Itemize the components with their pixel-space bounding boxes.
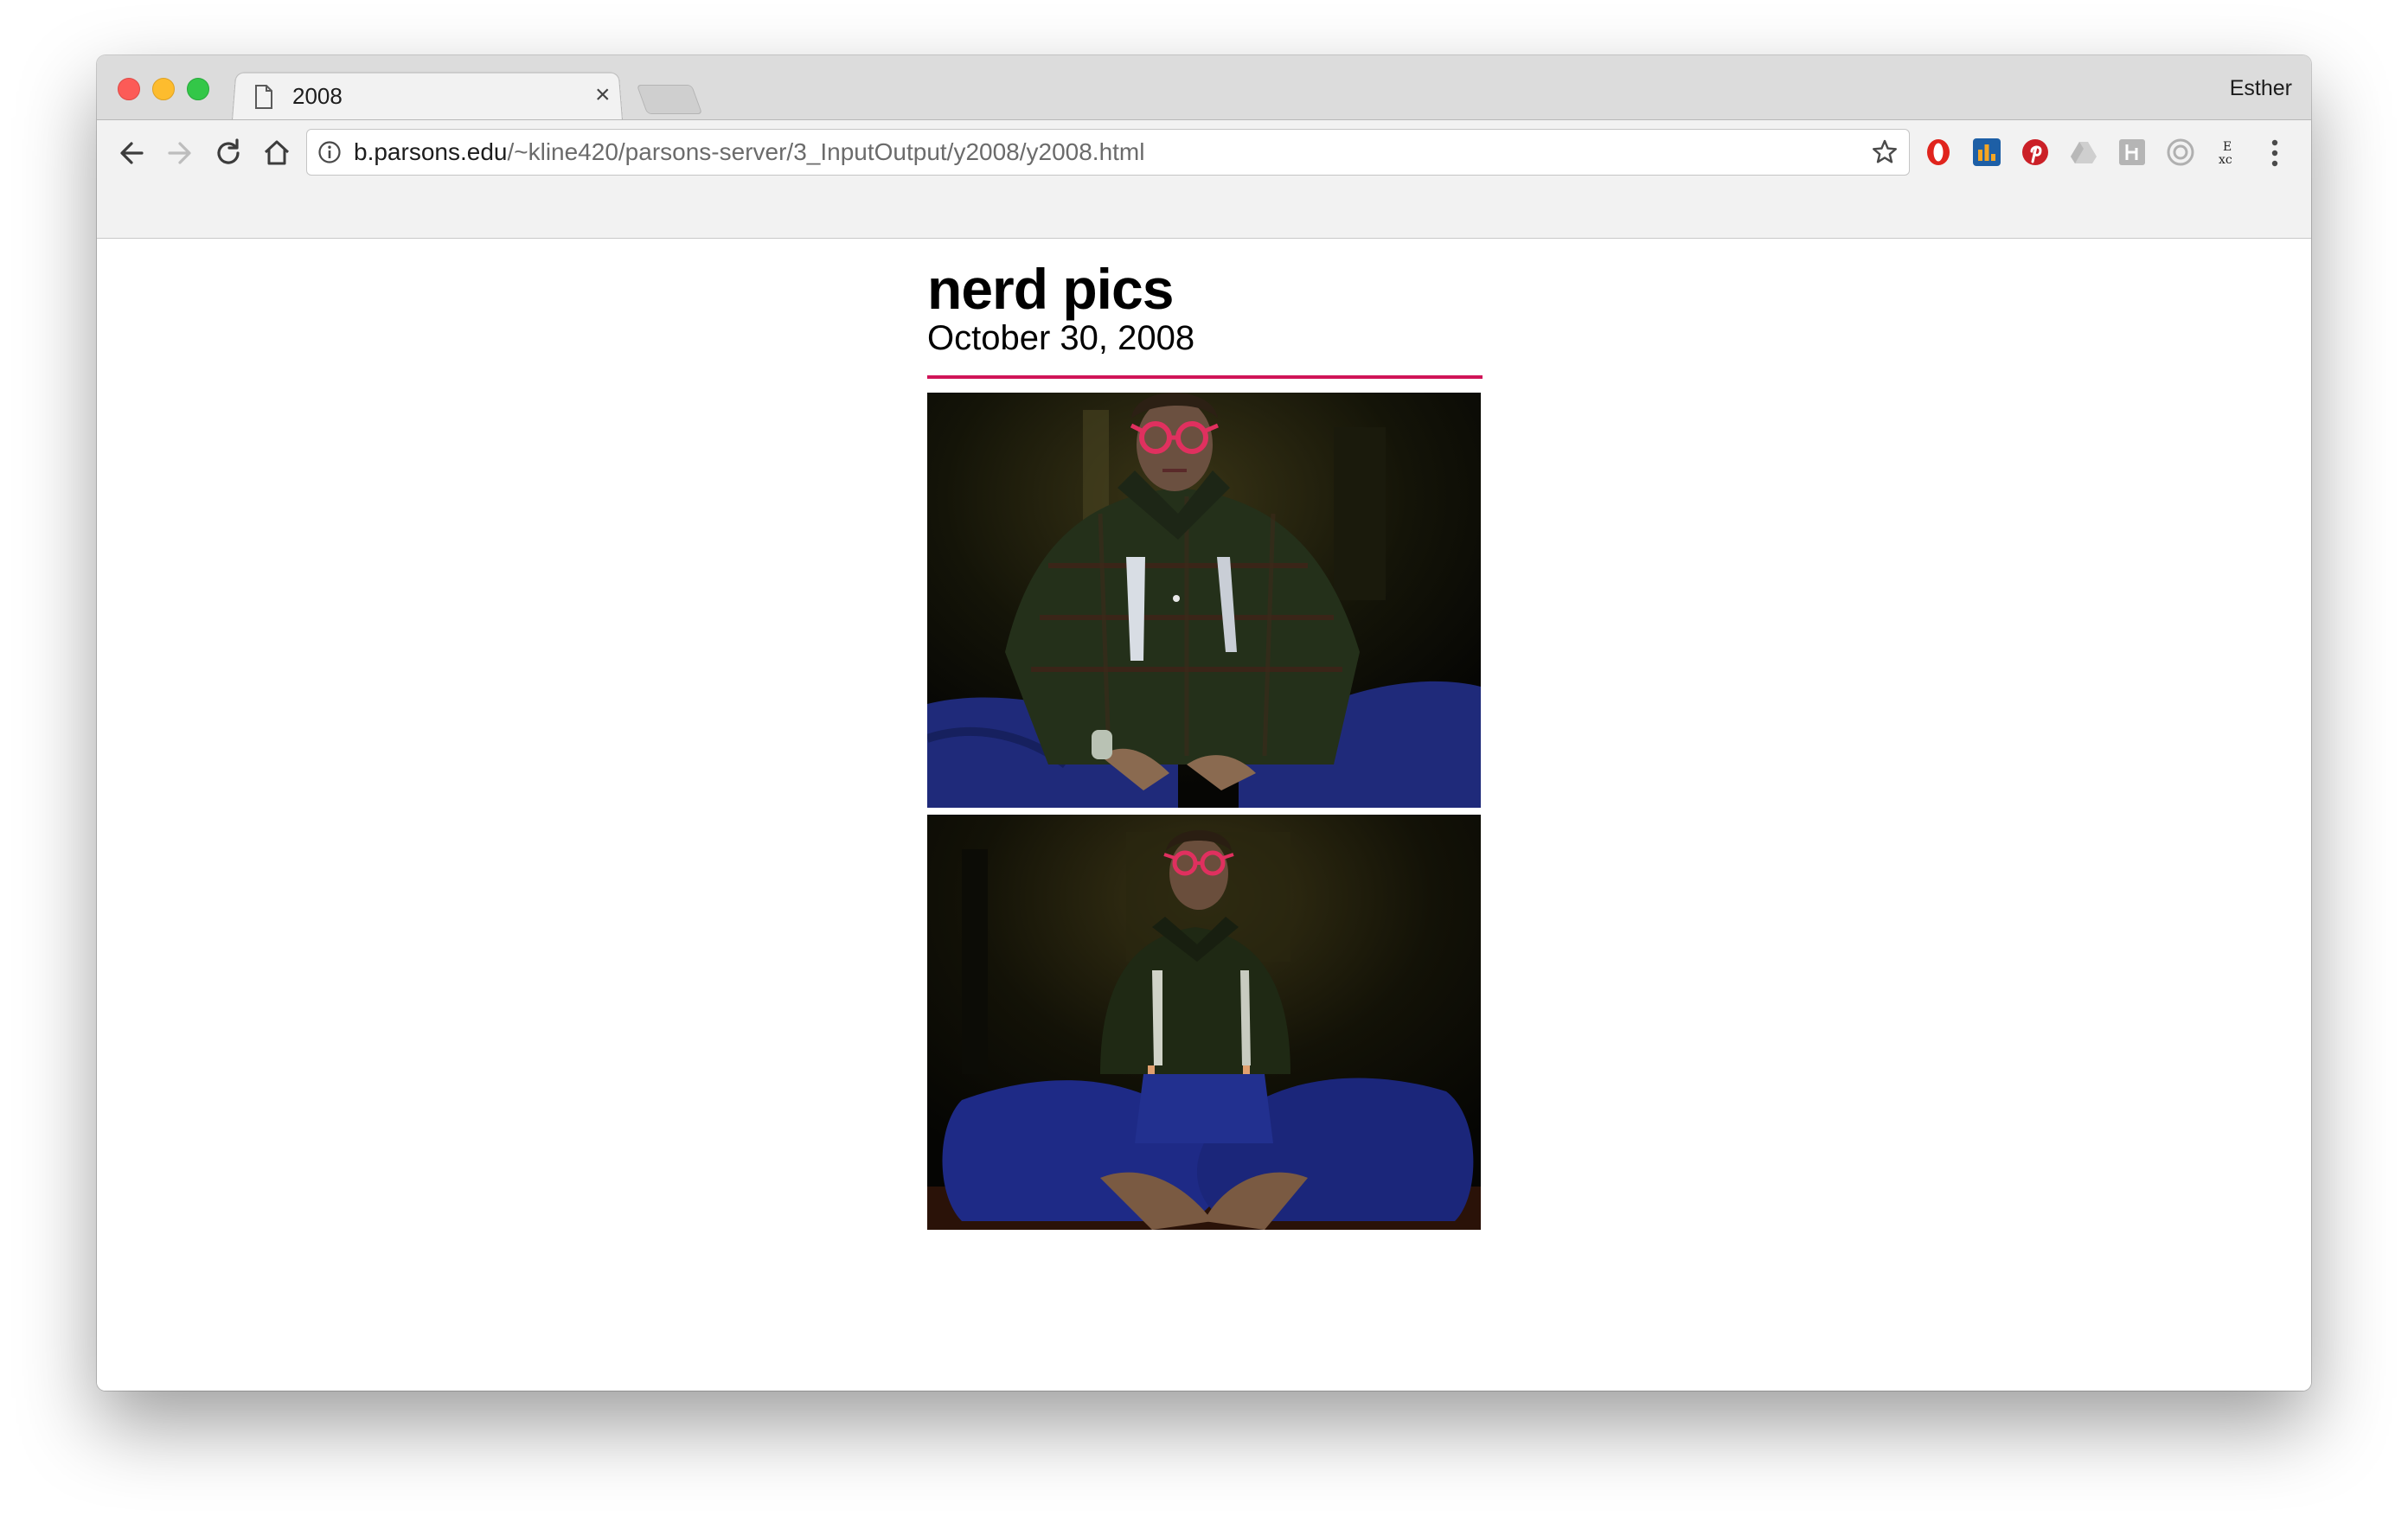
pinterest-extension-icon[interactable]	[2021, 138, 2050, 167]
tab-active[interactable]: 2008 ×	[232, 71, 630, 119]
browser-window: 2008 × Esther b.parsons.edu/~kline420/pa…	[97, 55, 2311, 1391]
circle-extension-icon[interactable]	[2166, 138, 2195, 167]
photo-person-sitting-cross-legged	[927, 815, 1481, 1230]
opera-extension-icon[interactable]	[1924, 138, 1953, 167]
menu-dots-icon[interactable]	[2268, 136, 2282, 170]
minimize-window-button[interactable]	[152, 78, 175, 100]
url-path: /~kline420/parsons-server/3_InputOutput/…	[507, 138, 1145, 165]
photo-person-glasses-suspenders	[927, 393, 1481, 808]
bookmark-star-icon[interactable]	[1871, 138, 1899, 166]
svg-text:xc: xc	[2219, 153, 2232, 167]
h-extension-icon[interactable]	[2117, 138, 2147, 167]
browser-toolbar: b.parsons.edu/~kline420/parsons-server/3…	[97, 119, 2311, 239]
page-title: nerd pics	[927, 257, 1174, 321]
profile-name[interactable]: Esther	[2230, 76, 2292, 101]
photo-1	[927, 393, 1481, 808]
tab-close-button[interactable]: ×	[595, 80, 611, 111]
reload-icon[interactable]	[208, 132, 249, 174]
title-divider	[927, 375, 1483, 379]
zoom-window-button[interactable]	[187, 78, 209, 100]
tab-title: 2008	[292, 83, 343, 109]
back-arrow-icon[interactable]	[111, 132, 152, 174]
svg-text:E: E	[2223, 140, 2232, 154]
analytics-extension-icon[interactable]	[1972, 138, 2001, 167]
page-content: nerd pics October 30, 2008	[927, 258, 1483, 1230]
page-viewport: nerd pics October 30, 2008	[97, 239, 2311, 1391]
info-icon[interactable]	[317, 140, 342, 164]
home-icon[interactable]	[256, 132, 298, 174]
dictionary-extension-icon[interactable]: E xc	[2214, 138, 2244, 167]
page-date: October 30, 2008	[927, 319, 1195, 357]
new-tab-button[interactable]	[636, 85, 703, 114]
forward-arrow-icon[interactable]	[159, 132, 201, 174]
close-window-button[interactable]	[118, 78, 140, 100]
drive-extension-icon[interactable]	[2069, 138, 2098, 167]
url-host: b.parsons.edu	[354, 138, 508, 165]
document-icon	[255, 85, 272, 109]
tab-strip: 2008 × Esther	[97, 55, 2311, 120]
address-bar[interactable]: b.parsons.edu/~kline420/parsons-server/3…	[306, 129, 1910, 176]
photo-2	[927, 815, 1481, 1230]
url-text[interactable]: b.parsons.edu/~kline420/parsons-server/3…	[354, 138, 1144, 166]
